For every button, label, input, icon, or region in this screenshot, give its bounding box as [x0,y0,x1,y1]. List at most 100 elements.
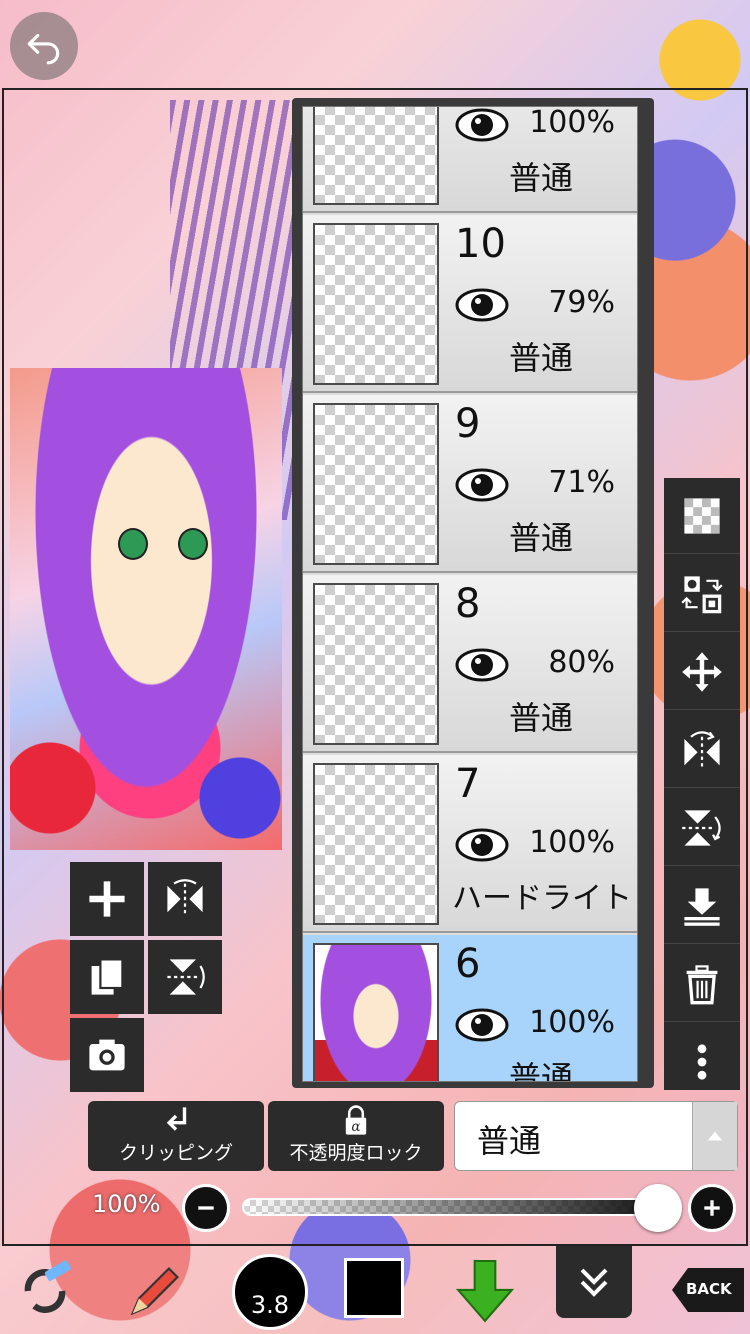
layer-thumbnail [313,107,439,205]
layer-number: 10 [455,221,506,267]
more-options-button[interactable] [664,1024,740,1100]
copy-icon [91,958,124,995]
merge-down-button[interactable] [664,868,740,944]
canvas-preview[interactable] [10,368,282,850]
tool-switch-button[interactable] [10,1256,80,1326]
layer-blend-mode: 普通 [508,1059,573,1082]
download-arrow-icon [455,1259,515,1323]
flip-vertical-button[interactable] [664,790,740,866]
flip-vertical-icon [167,959,205,995]
plus-icon [704,1200,720,1216]
layer-thumbnail [313,763,439,925]
layer-panel: 100% 普通 10 79% 普通 9 71% 普通 8 80% 普通 7 10… [292,98,654,1088]
minus-icon [198,1206,214,1210]
layer-row[interactable]: 8 80% 普通 [303,575,637,753]
layer-tools [70,862,224,1092]
flip-horizontal-icon [167,879,203,917]
layer-opacity: 100% [529,1005,615,1040]
preview-eye-right [178,528,208,560]
clipping-arrow-icon [166,1107,187,1131]
layer-opacity: 80% [548,645,615,680]
layer-number: 7 [455,761,481,807]
alpha-lock-label: 不透明度ロック [289,1142,423,1164]
opacity-increase-button[interactable] [688,1184,736,1232]
eye-icon[interactable] [455,1005,509,1045]
layer-blend-mode: ハードライト [452,881,632,916]
eye-icon[interactable] [455,825,509,865]
collapse-menu-button[interactable] [556,1246,632,1318]
color-picker-button[interactable] [344,1258,404,1318]
swap-icon [681,575,723,613]
swap-layer-button[interactable] [664,556,740,632]
layer-opacity: 100% [529,106,615,140]
layer-number: 6 [455,941,481,987]
layer-blend-mode: 普通 [508,159,573,197]
layer-row-selected[interactable]: 6 100% 普通 [303,935,637,1082]
lock-alpha-icon: α [345,1105,367,1135]
more-vertical-icon [697,1044,707,1080]
back-button[interactable]: BACK [672,1268,744,1312]
trash-icon [686,964,718,1004]
camera-icon [89,1039,125,1071]
delete-layer-button[interactable] [664,946,740,1022]
plus-icon [89,881,125,917]
undo-button[interactable] [10,12,78,80]
layer-thumbnail [313,403,439,565]
layer-opacity: 100% [529,825,615,860]
layer-blend-mode: 普通 [508,339,573,377]
layer-thumbnail [313,943,439,1081]
layer-list[interactable]: 100% 普通 10 79% 普通 9 71% 普通 8 80% 普通 7 10… [302,106,638,1082]
flip-horizontal-icon [684,730,720,770]
add-layer-button[interactable] [70,862,144,936]
blend-mode-select[interactable]: 普通 [454,1101,738,1171]
transparent-layer-button[interactable] [664,478,740,554]
brush-size-button[interactable]: 3.8 [232,1254,308,1330]
merge-down-icon [684,887,720,926]
layer-opacity: 79% [548,285,615,320]
preview-eye-left [118,528,148,560]
eye-icon[interactable] [455,465,509,505]
svg-text:α: α [351,1119,360,1135]
layer-row[interactable]: 9 71% 普通 [303,395,637,573]
flip-horizontal-button[interactable] [664,712,740,788]
opacity-decrease-button[interactable] [182,1184,230,1232]
blend-mode-value: 普通 [477,1122,542,1160]
alpha-lock-button[interactable]: α 不透明度ロック [268,1101,444,1171]
layer-blend-mode: 普通 [508,519,573,557]
clipping-label: クリッピング [118,1142,233,1164]
flip-vertical-icon [682,809,721,846]
save-download-button[interactable] [452,1256,518,1328]
pencil-icon [130,1267,179,1316]
flip-horizontal-layer-button[interactable] [148,862,222,936]
dropdown-arrow-icon[interactable] [692,1102,737,1170]
back-label: BACK [686,1280,732,1298]
layer-thumbnail [313,583,439,745]
eye-icon[interactable] [455,645,509,685]
opacity-value: 100% [92,1190,161,1218]
layer-number: 9 [455,401,481,447]
checkerboard-icon [684,497,720,534]
layer-action-toolbar [664,478,740,1090]
undo-icon [27,33,60,65]
move-layer-button[interactable] [664,634,740,710]
clipping-button[interactable]: クリッピング [88,1101,264,1171]
opacity-slider-thumb[interactable] [634,1184,682,1232]
eye-icon[interactable] [455,285,509,325]
layer-row[interactable]: 7 100% ハードライト [303,755,637,933]
layer-blend-mode: 普通 [508,699,573,737]
double-chevron-down-icon [580,1268,608,1297]
rotate-arrows-icon [24,1260,71,1313]
eye-icon[interactable] [455,106,509,145]
layer-opacity: 71% [548,465,615,500]
brush-tool-button[interactable] [118,1256,190,1328]
brush-size-label: 3.8 [250,1291,290,1319]
layer-number: 8 [455,581,481,627]
layer-row[interactable]: 100% 普通 [303,106,637,213]
import-photo-button[interactable] [70,1018,144,1092]
duplicate-layer-button[interactable] [70,940,144,1014]
move-icon [682,651,722,692]
flip-vertical-layer-button[interactable] [148,940,222,1014]
layer-row[interactable]: 10 79% 普通 [303,215,637,393]
opacity-slider[interactable] [242,1198,670,1216]
layer-thumbnail [313,223,439,385]
